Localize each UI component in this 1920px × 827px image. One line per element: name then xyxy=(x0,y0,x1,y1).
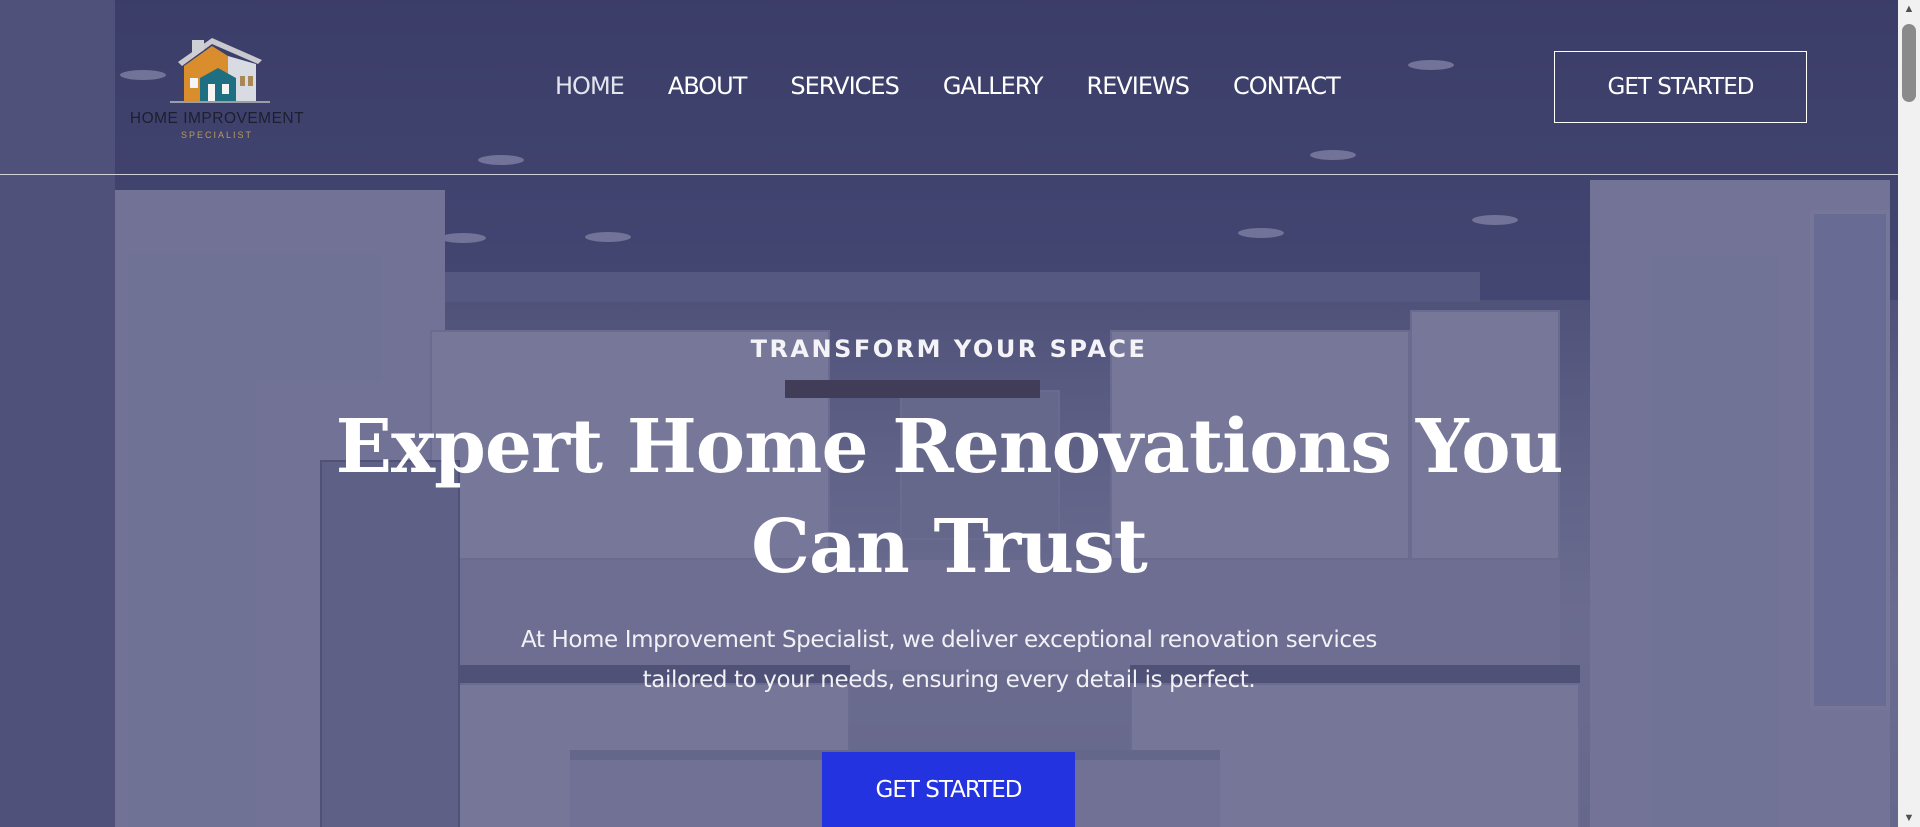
nav-gallery[interactable]: GALLERY xyxy=(943,72,1044,100)
hero-get-started-button[interactable]: GET STARTED xyxy=(822,752,1075,827)
arrow-up-icon[interactable]: ▲ xyxy=(1898,0,1920,18)
site-logo[interactable]: HOME IMPROVEMENT SPECIALIST xyxy=(122,32,312,144)
hero-eyebrow: TRANSFORM YOUR SPACE xyxy=(750,335,1148,363)
hero-headline: Expert Home Renovations You Can Trust xyxy=(335,404,1564,590)
nav-contact[interactable]: CONTACT xyxy=(1233,72,1341,100)
hero-description: At Home Improvement Specialist, we deliv… xyxy=(521,627,1377,693)
nav-services[interactable]: SERVICES xyxy=(790,72,899,100)
arrow-down-icon[interactable]: ▼ xyxy=(1898,809,1920,827)
header-get-started-button[interactable]: GET STARTED xyxy=(1554,51,1807,123)
logo-name: HOME IMPROVEMENT xyxy=(129,110,305,127)
nav-reviews[interactable]: REVIEWS xyxy=(1087,72,1190,100)
site-header: HOME IMPROVEMENT SPECIALIST HOME ABOUT S… xyxy=(0,0,1898,175)
logo-subtitle: SPECIALIST xyxy=(180,130,254,140)
page-scrollbar[interactable]: ▲ ▼ xyxy=(1898,0,1920,827)
house-icon xyxy=(170,38,270,103)
nav-about[interactable]: ABOUT xyxy=(668,72,748,100)
nav-home[interactable]: HOME xyxy=(555,72,625,100)
scrollbar-thumb[interactable] xyxy=(1902,24,1916,102)
hero-section: TRANSFORM YOUR SPACE Expert Home Renovat… xyxy=(0,175,1898,827)
main-nav: HOME ABOUT SERVICES GALLERY REVIEWS CONT… xyxy=(555,72,1384,100)
